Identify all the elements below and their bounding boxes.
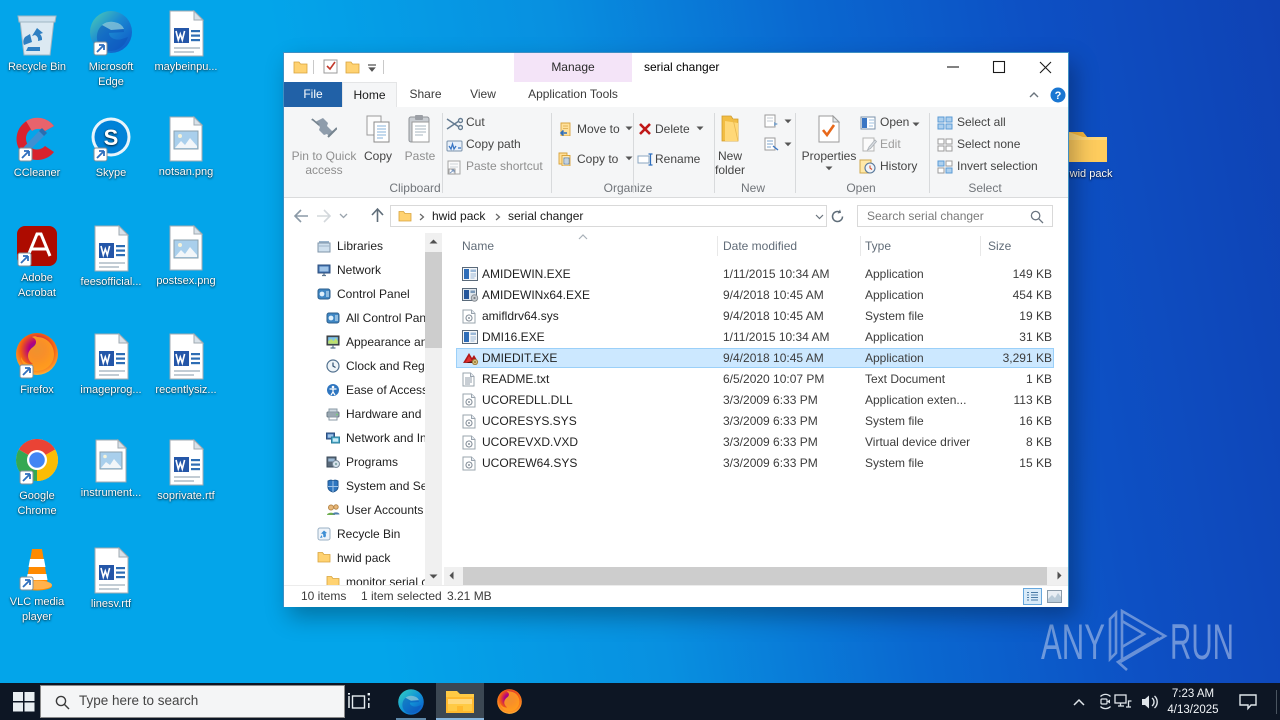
svg-text:RUN: RUN	[1170, 614, 1234, 670]
svg-text:S: S	[104, 125, 119, 150]
svg-text:?: ?	[1055, 90, 1062, 102]
svg-text:ANY: ANY	[1041, 614, 1105, 670]
